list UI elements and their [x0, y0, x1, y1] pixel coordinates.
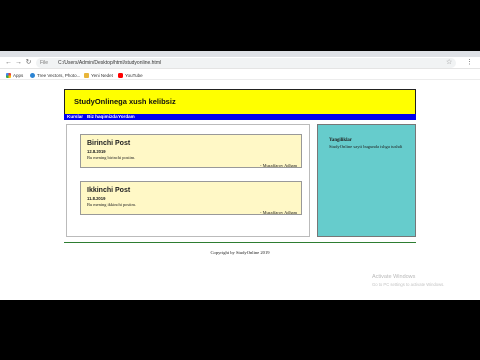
bookmark-star-icon[interactable]: ☆ — [446, 58, 452, 67]
url-text[interactable]: C:/Users/Admin/Desktop/html/studyonline.… — [58, 59, 161, 67]
bookmark-youtube[interactable]: YouTube — [118, 71, 143, 79]
bookmark-apps[interactable]: Apps — [6, 71, 23, 79]
post-date: 11.8.2019 — [87, 196, 106, 201]
activate-windows-title: Activate Windows — [372, 274, 416, 280]
menu-icon[interactable]: ⋮ — [466, 58, 473, 67]
bookmark-label: Yeni Nedet — [91, 72, 113, 78]
apps-grid-icon — [6, 72, 11, 78]
bookmark-label: Apps — [13, 72, 24, 78]
post-date: 12.8.2019 — [87, 149, 106, 154]
sidebar-text: StudyOnline sayti bugunda ishga tushdi — [329, 144, 403, 149]
nav-link-yordam[interactable]: Yordam — [118, 113, 135, 121]
footer-divider — [64, 242, 416, 243]
post-title: Birinchi Post — [87, 140, 131, 147]
sidebar-title: Yangiliklar — [329, 138, 352, 143]
yn-icon — [84, 72, 89, 78]
post-author: - Muzaffarov Adham — [260, 163, 297, 168]
post-body: Bu mening ikkinchi postim. — [87, 202, 137, 207]
bookmark-yeni-nedet[interactable]: Yeni Nedet — [84, 71, 113, 79]
forward-icon[interactable]: → — [15, 59, 22, 66]
post-author: - Muzaffarov Adham — [260, 210, 297, 215]
site-title: StudyOnlinega xush kelibsiz — [74, 97, 176, 106]
nav-link-biz-haqimizda[interactable]: Biz haqimizda — [87, 113, 118, 121]
activate-windows-subtitle: Go to PC settings to activate Windows. — [372, 282, 445, 287]
bookmark-tree-vectors[interactable]: Tree Vectors, Photo... — [30, 71, 80, 79]
post-title: Ikkinchi Post — [87, 187, 131, 194]
reload-icon[interactable]: ↻ — [25, 59, 32, 66]
back-icon[interactable]: ← — [5, 59, 12, 66]
post-body: Bu mening birinchi postim. — [87, 155, 136, 160]
tvd-icon — [30, 72, 35, 78]
youtube-icon — [118, 72, 123, 78]
bookmark-label: Tree Vectors, Photo... — [37, 72, 81, 78]
site-info-label[interactable]: File — [40, 59, 48, 67]
bookmark-label: YouTube — [125, 72, 143, 78]
nav-link-kurslar[interactable]: Kurslar — [67, 113, 83, 121]
footer-copyright: Copyright by StudyOnline 2019 — [210, 250, 270, 255]
